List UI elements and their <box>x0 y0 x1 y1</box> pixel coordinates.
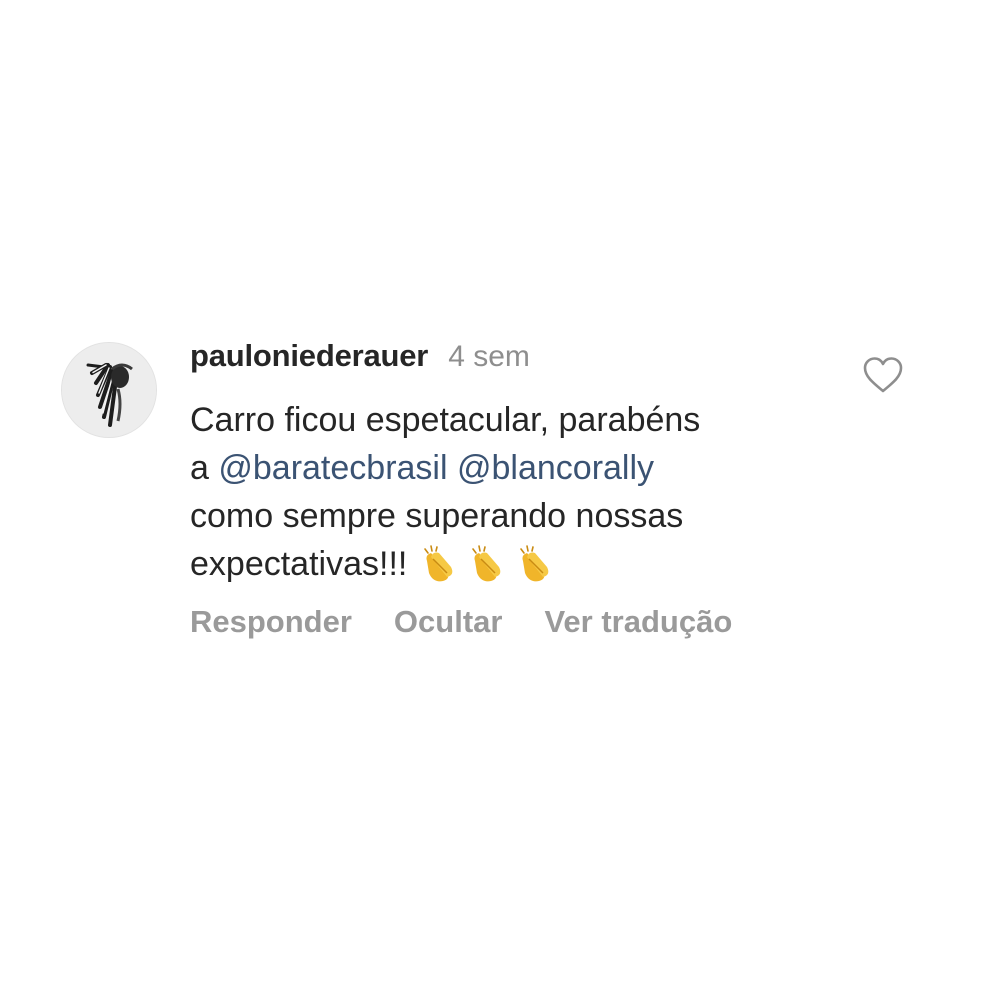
comment-line: expectativas!!! <box>190 540 830 588</box>
see-translation-button[interactable]: Ver tradução <box>544 604 732 640</box>
comment-line: como sempre superando nossas <box>190 497 684 535</box>
comment-line: a @baratecbrasil @blancorally <box>190 444 830 492</box>
comment-text: Carro ficou espetacular, parabéns a @bar… <box>190 396 830 588</box>
mention-link[interactable]: @blancorally <box>457 449 654 487</box>
avatar[interactable] <box>62 343 156 437</box>
avatar-image <box>62 343 156 437</box>
comment-item: pauloniederauer 4 sem Carro ficou espeta… <box>0 0 1000 1000</box>
like-button[interactable] <box>862 355 904 395</box>
comment-actions: Responder Ocultar Ver tradução <box>190 600 732 644</box>
timestamp[interactable]: 4 sem <box>448 340 530 374</box>
hide-button[interactable]: Ocultar <box>394 604 503 640</box>
username[interactable]: pauloniederauer <box>190 338 428 374</box>
comment-text-fragment: a <box>190 449 219 487</box>
emoji-group <box>417 541 557 585</box>
heart-icon <box>863 357 903 393</box>
comment-text-fragment: expectativas!!! <box>190 545 408 583</box>
clapping-hands-icon <box>513 541 557 585</box>
comment-line: Carro ficou espetacular, parabéns <box>190 401 701 439</box>
mention-link[interactable]: @baratecbrasil <box>218 449 447 487</box>
reply-button[interactable]: Responder <box>190 604 352 640</box>
comment-header: pauloniederauer 4 sem <box>190 338 530 382</box>
clapping-hands-icon <box>417 541 461 585</box>
clapping-hands-icon <box>465 541 509 585</box>
